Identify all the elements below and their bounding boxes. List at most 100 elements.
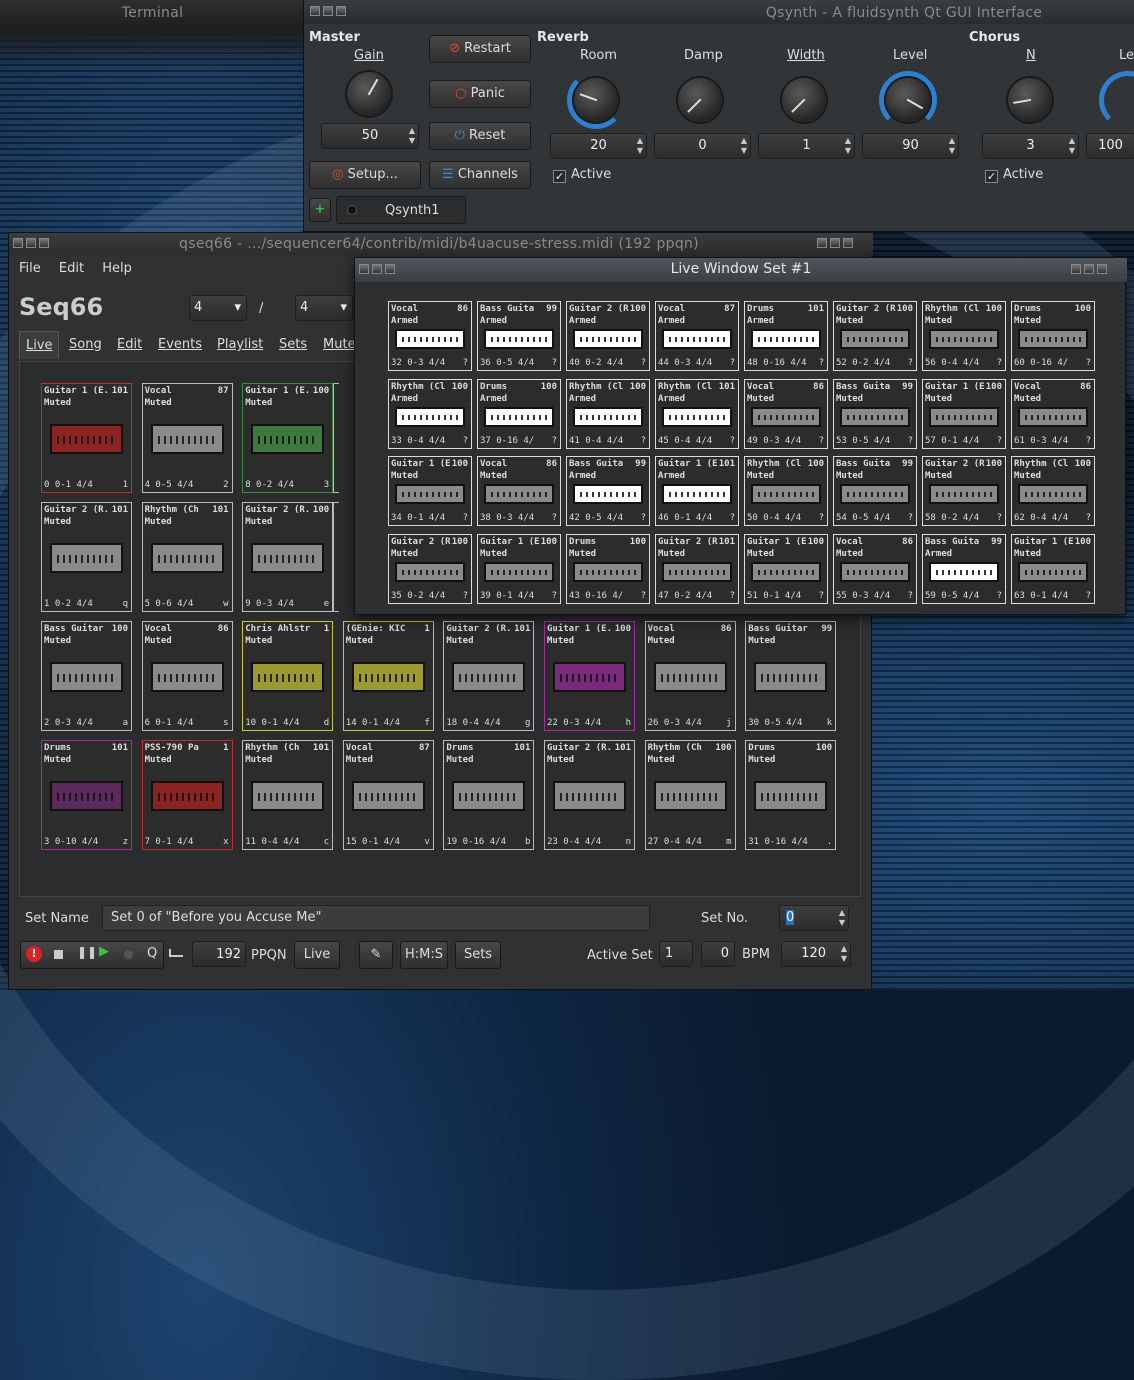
restart-button[interactable]: ⊘ Restart [429,35,531,63]
live-button[interactable]: Live [294,941,340,969]
main-tile[interactable]: Guitar 1 (E. 100 Muted 22 0-3 4/4 h [544,621,635,731]
live-tile[interactable]: Rhythm (Cl 100 Muted 56 0-4 4/4? [922,301,1006,371]
tab-edit[interactable]: Edit [117,331,142,359]
active-set-offset-field[interactable]: 0 [701,941,735,967]
record-icon[interactable] [124,950,133,959]
tab-sets[interactable]: Sets [279,331,307,359]
seq66-title-buttons-right[interactable] [817,237,856,252]
add-engine-button[interactable]: + [309,198,331,222]
main-tile[interactable]: (GEnie: KIC 1 Muted 14 0-1 4/4 f [342,621,434,731]
main-tile[interactable]: Vocal 87 Muted 15 0-1 4/4 v [342,740,434,850]
menu-edit[interactable]: Edit [59,261,84,276]
live-tile[interactable]: Rhythm (Cl 100 Armed 33 0-4 4/4? [388,378,472,449]
tab-live[interactable]: Live [19,331,59,359]
live-tile[interactable]: Guitar 1 (E 101 Armed 46 0-1 4/4? [655,456,739,526]
live-tile[interactable]: Vocal 87 Armed 44 0-3 4/4? [655,301,739,371]
beats-per-bar-combo[interactable]: 4 ▾ [189,295,247,321]
live-tile[interactable]: Guitar 2 (R 101 Muted 47 0-2 4/4? [655,533,739,604]
tap-icon[interactable] [169,949,183,957]
set-no-spinbox[interactable]: 0 ▲ ▼ [779,905,849,931]
setup-button[interactable]: ◎ Setup... [309,161,421,189]
reverb-active-checkbox[interactable]: ✓ Active [553,167,611,183]
main-tile[interactable]: Drums 100 Muted 31 0-16 4/4. [745,740,837,850]
chorus-n-knob[interactable] [1008,78,1052,122]
live-tile[interactable]: Guitar 2 (R 100 Muted 52 0-2 4/4? [833,301,917,371]
live-tile[interactable]: Bass Guita 99 Armed 59 0-5 4/4? [922,533,1006,604]
main-tile-partial[interactable] [332,502,339,612]
main-tile[interactable]: Vocal 87 Muted 4 0-5 4/4 2 [141,383,233,493]
live-tile[interactable]: Rhythm (Cl 100 Muted 50 0-4 4/4? [744,456,828,526]
live-tile[interactable]: Guitar 1 (E 100 Muted 39 0-1 4/4? [477,533,561,604]
main-tile[interactable]: Guitar 2 (R. 101 Muted 1 0-2 4/4 q [41,502,132,612]
live-tile[interactable]: Guitar 1 (E 100 Muted 57 0-1 4/4? [922,378,1006,449]
main-tile[interactable]: Guitar 1 (E. 101 Muted 0 0-1 4/4 1 [41,383,132,493]
pause-icon[interactable]: ❚❚ [77,945,97,959]
gain-spinbox[interactable]: 50 ▲ ▼ [321,123,419,149]
live-tile[interactable]: Drums 100 Muted 43 0-16 4/? [566,533,650,604]
main-tile[interactable]: Guitar 2 (R. 101 Muted 23 0-4 4/4 n [544,740,635,850]
chorus-level-spinbox[interactable]: 100 [1086,133,1134,159]
live-tile[interactable]: Drums 100 Muted 60 0-16 4/? [1011,301,1095,371]
room-spinbox[interactable]: 20 ▲ ▼ [550,133,647,159]
bpm-spinbox[interactable]: 120 ▲ ▼ [781,941,851,967]
main-tile[interactable]: Vocal 86 Muted 26 0-3 4/4 j [644,621,736,731]
live-tile[interactable]: Rhythm (Cl 100 Armed 41 0-4 4/4? [566,378,650,449]
main-tile[interactable]: Guitar 2 (R. 100 Muted 9 0-3 4/4 e [242,502,334,612]
live-tile[interactable]: Drums 101 Armed 48 0-16 4/4? [744,301,828,371]
channels-button[interactable]: ☰ Channels [429,161,531,189]
panic-button[interactable]: ○ Panic [429,80,531,108]
live-tile[interactable]: Rhythm (Cl 101 Armed 45 0-4 4/4? [655,378,739,449]
main-tile[interactable]: Guitar 2 (R. 101 Muted 18 0-4 4/4 g [443,621,535,731]
live-tile[interactable]: Vocal 86 Muted 55 0-3 4/4? [833,533,917,604]
live-tile[interactable]: Guitar 2 (R 100 Armed 40 0-2 4/4? [566,301,650,371]
menu-help[interactable]: Help [102,261,132,276]
live-tile[interactable]: Guitar 1 (E 100 Muted 51 0-1 4/4? [744,533,828,604]
level-spinbox[interactable]: 90 ▲ ▼ [862,133,959,159]
live-tile[interactable]: Bass Guita 99 Armed 42 0-5 4/4? [566,456,650,526]
active-set-field[interactable]: 1 [659,941,693,967]
main-tile[interactable]: Rhythm (Ch 101 Muted 5 0-6 4/4 w [141,502,233,612]
main-tile[interactable]: Vocal 86 Muted 6 0-1 4/4 s [141,621,233,731]
live-tile[interactable]: Rhythm (Cl 100 Muted 62 0-4 4/4? [1011,456,1095,526]
reset-button[interactable]: ⏻ Reset [429,122,531,150]
tab-song[interactable]: Song [69,331,102,359]
main-tile[interactable]: Rhythm (Ch 100 Muted 27 0-4 4/4 m [644,740,736,850]
menu-file[interactable]: File [19,261,41,276]
main-tile[interactable]: Guitar 1 (E. 100 Muted 8 0-2 4/4 3 [242,383,334,493]
live-tile[interactable]: Vocal 86 Muted 49 0-3 4/4? [744,378,828,449]
main-tile[interactable]: Drums 101 Muted 19 0-16 4/4 b [443,740,535,850]
main-tile[interactable]: PSS-790 Pa 1 Muted 7 0-1 4/4 x [141,740,233,850]
live-tile[interactable]: Guitar 1 (E 100 Muted 63 0-1 4/4? [1011,533,1095,604]
main-tile[interactable]: Bass Guitar 99 Muted 30 0-5 4/4 k [745,621,837,731]
sets-button[interactable]: Sets [455,941,501,969]
set-name-field[interactable]: Set 0 of "Before you Accuse Me" [102,905,650,931]
width-spinbox[interactable]: 1 ▲ ▼ [758,133,855,159]
gain-knob[interactable] [347,72,391,116]
main-tile[interactable]: Bass Guitar 100 Muted 2 0-3 4/4 a [41,621,132,731]
main-tile[interactable]: Rhythm (Ch 101 Muted 11 0-4 4/4 c [242,740,334,850]
panic-icon[interactable]: ! [26,946,42,962]
live-tile[interactable]: Vocal 86 Muted 38 0-3 4/4? [477,456,561,526]
live-tile[interactable]: Bass Guita 99 Armed 36 0-5 4/4? [477,301,561,371]
ppqn-field[interactable]: 192 [192,941,246,967]
room-knob[interactable] [574,78,618,122]
live-tile[interactable]: Bass Guita 99 Muted 54 0-5 4/4? [833,456,917,526]
chorus-active-checkbox[interactable]: ✓ Active [985,167,1043,183]
live-tile[interactable]: Guitar 2 (R 100 Muted 58 0-2 4/4? [922,456,1006,526]
level-knob[interactable] [886,78,930,122]
live-tile[interactable]: Vocal 86 Muted 61 0-3 4/4? [1011,378,1095,449]
main-tile[interactable]: Chris Ahlstr 1 Muted 10 0-1 4/4 d [242,621,334,731]
damp-knob[interactable] [678,78,722,122]
live-tile[interactable]: Drums 100 Armed 37 0-16 4/? [477,378,561,449]
live-tile[interactable]: Bass Guita 99 Muted 53 0-5 4/4? [833,378,917,449]
qsynth-title-buttons[interactable] [310,5,349,20]
q-button[interactable]: Q [147,946,157,961]
damp-spinbox[interactable]: 0 ▲ ▼ [654,133,751,159]
tab-mute[interactable]: Mute [323,331,356,359]
chorus-n-spinbox[interactable]: 3 ▲ ▼ [982,133,1079,159]
main-tile-partial[interactable] [332,383,339,493]
tab-events[interactable]: Events [158,331,202,359]
seq66-title-buttons[interactable] [13,237,52,252]
hms-button[interactable]: H:M:S [400,941,448,969]
play-icon[interactable]: ▶ [99,944,109,959]
